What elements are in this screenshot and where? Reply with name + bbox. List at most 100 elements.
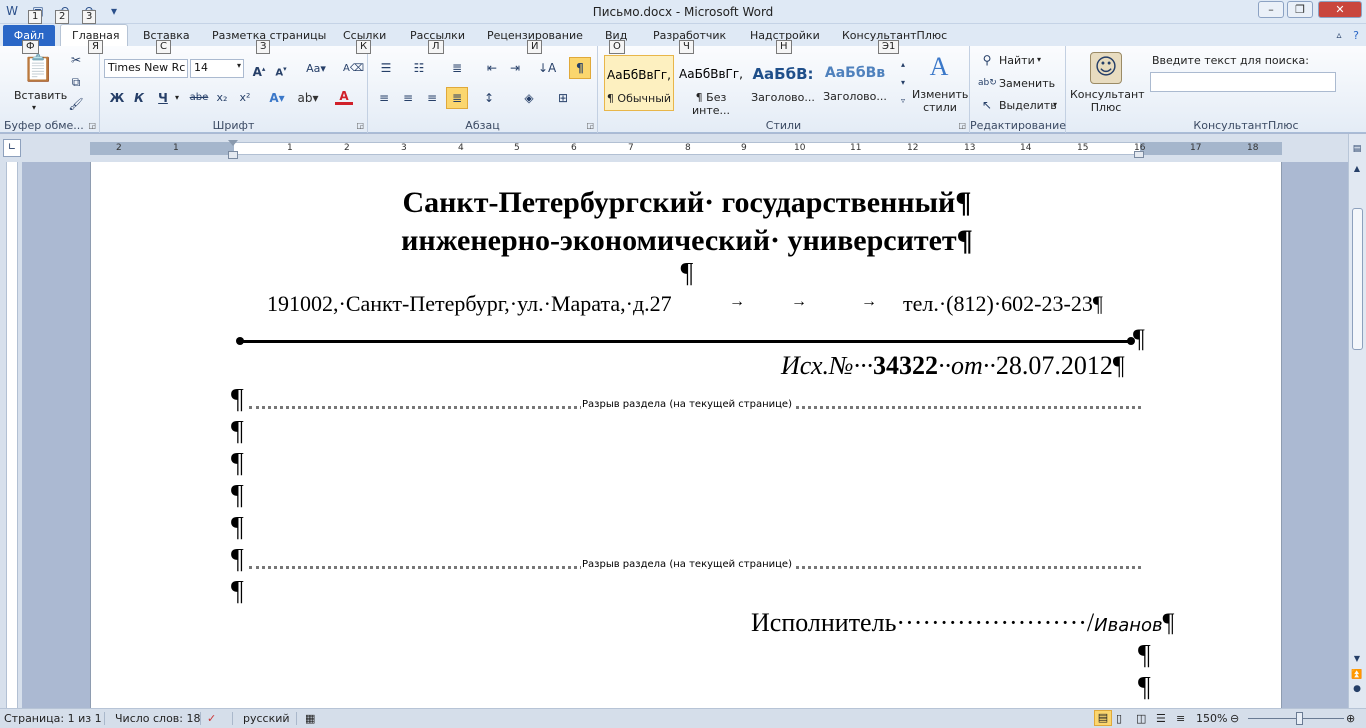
paragraph-group: ☰ ☷ ≣ ⇤ ⇥ ↓A ¶ ≡ ≡ ≡ ≣ ↕ ◈ ⊞ Абзац ◲ <box>368 46 598 133</box>
font-size-dropdown-icon[interactable]: ▾ <box>237 61 241 70</box>
vertical-scrollbar[interactable]: ▤ ▲ ▼ ⏫ ● <box>1348 134 1366 708</box>
paste-icon[interactable]: 📋 <box>22 52 54 86</box>
paragraph-dialog-launcher-icon[interactable]: ◲ <box>586 121 594 130</box>
strikethrough-button[interactable]: abe <box>188 89 210 107</box>
web-layout-icon[interactable]: ◫ <box>1136 712 1146 725</box>
status-word-count[interactable]: Число слов: 18 <box>104 712 201 725</box>
justify-button[interactable]: ≣ <box>446 87 468 109</box>
highlight-icon[interactable]: ab▾ <box>296 89 320 107</box>
doc-title-line-1[interactable]: Санкт-Петербургский· государственный¶ <box>91 186 1281 220</box>
minimize-button[interactable]: – <box>1258 1 1284 18</box>
status-page[interactable]: Страница: 1 из 1 <box>4 712 102 725</box>
clipboard-dialog-launcher-icon[interactable]: ◲ <box>88 121 96 130</box>
bold-button[interactable]: Ж <box>108 89 126 107</box>
paste-dropdown-icon[interactable]: ▾ <box>32 103 36 112</box>
replace-button[interactable]: Заменить <box>999 77 1055 90</box>
underline-button[interactable]: Ч <box>154 89 172 107</box>
outline-view-icon[interactable]: ☰ <box>1156 712 1166 725</box>
shading-icon[interactable]: ◈ <box>520 89 538 107</box>
styles-scroll-down-icon[interactable]: ▾ <box>894 74 912 92</box>
help-icon[interactable]: ? <box>1347 27 1365 45</box>
superscript-button[interactable]: x² <box>236 89 254 107</box>
left-indent-marker[interactable] <box>228 151 238 159</box>
zoom-in-icon[interactable]: ⊕ <box>1346 712 1355 725</box>
italic-button[interactable]: К <box>130 89 148 107</box>
maximize-button[interactable]: ❐ <box>1287 1 1313 18</box>
consultant-search-input[interactable] <box>1150 72 1336 92</box>
doc-reference[interactable]: Исх.№···34322··от··28.07.2012¶ <box>781 351 1125 381</box>
spelling-check-icon[interactable]: ✓ <box>200 712 216 725</box>
consultant-button[interactable]: Консультант Плюс <box>1070 88 1145 114</box>
style-normal[interactable]: АаБбВвГг, ¶ Обычный <box>604 55 674 111</box>
find-dropdown-icon[interactable]: ▾ <box>1037 55 1041 64</box>
subscript-button[interactable]: x₂ <box>213 89 231 107</box>
clear-formatting-icon[interactable]: A⌫ <box>343 60 364 78</box>
scrollbar-thumb[interactable] <box>1352 208 1363 350</box>
change-case-icon[interactable]: Aa▾ <box>303 60 329 78</box>
draft-view-icon[interactable]: ≡ <box>1176 712 1185 725</box>
multilevel-list-icon[interactable]: ≣ <box>448 59 466 77</box>
font-size-combo[interactable]: 14 <box>190 59 244 78</box>
style-heading-2[interactable]: АаБбВв Заголово... <box>820 55 890 111</box>
font-color-icon[interactable]: A <box>335 89 353 105</box>
align-center-icon[interactable]: ≡ <box>399 89 417 107</box>
align-right-icon[interactable]: ≡ <box>423 89 441 107</box>
vertical-ruler[interactable] <box>6 162 18 708</box>
style-no-spacing[interactable]: АаБбВвГг, ¶ Без инте... <box>676 55 746 117</box>
document-page[interactable]: Санкт-Петербургский· государственный¶ ин… <box>90 162 1282 708</box>
select-dropdown-icon[interactable]: ▾ <box>1053 100 1057 109</box>
grow-font-icon[interactable]: A▴ <box>250 60 268 79</box>
copy-icon[interactable]: ⧉ <box>67 73 85 91</box>
paste-button[interactable]: Вставить <box>14 89 67 102</box>
print-layout-view-icon[interactable]: ▤ <box>1094 710 1112 726</box>
previous-page-icon[interactable]: ⏫ <box>1350 668 1364 682</box>
underline-dropdown-icon[interactable]: ▾ <box>175 93 179 102</box>
scroll-down-icon[interactable]: ▼ <box>1350 652 1364 666</box>
status-zoom-level[interactable]: 150% <box>1196 712 1227 725</box>
styles-scroll-up-icon[interactable]: ▴ <box>894 56 912 74</box>
pilcrow: ¶ <box>231 576 244 607</box>
zoom-out-icon[interactable]: ⊖ <box>1230 712 1239 725</box>
first-line-indent-marker[interactable] <box>228 140 238 146</box>
doc-phone[interactable]: тел.·(812)·602-23-23¶ <box>903 291 1103 317</box>
font-dialog-launcher-icon[interactable]: ◲ <box>356 121 364 130</box>
change-styles-icon[interactable]: A <box>924 52 954 82</box>
cut-icon[interactable]: ✂ <box>67 51 85 69</box>
zoom-slider-thumb[interactable] <box>1296 712 1303 725</box>
styles-dialog-launcher-icon[interactable]: ◲ <box>958 121 966 130</box>
numbering-icon[interactable]: ☷ <box>410 59 428 77</box>
consultant-logo-icon[interactable]: ☺ <box>1090 52 1122 84</box>
find-button[interactable]: Найти <box>999 54 1035 67</box>
align-left-icon[interactable]: ≡ <box>375 89 393 107</box>
browse-object-icon[interactable]: ● <box>1350 682 1364 696</box>
shrink-font-icon[interactable]: A▾ <box>272 60 290 78</box>
line-spacing-icon[interactable]: ↕ <box>480 89 498 107</box>
doc-title-line-2[interactable]: инженерно-экономический· университет¶ <box>91 224 1281 258</box>
select-button[interactable]: Выделить <box>999 99 1057 112</box>
doc-executor[interactable]: Исполнитель······················/Иванов… <box>751 608 1174 638</box>
keytip: Л <box>428 40 444 54</box>
borders-icon[interactable]: ⊞ <box>554 89 572 107</box>
bullets-icon[interactable]: ☰ <box>377 59 395 77</box>
styles-more-icon[interactable]: ▿ <box>894 92 912 110</box>
format-painter-icon[interactable]: 🖌 <box>67 95 85 113</box>
font-name-combo[interactable]: Times New Rc <box>104 59 188 78</box>
scroll-up-icon[interactable]: ▲ <box>1350 162 1364 176</box>
status-language[interactable]: русский <box>232 712 290 725</box>
increase-indent-icon[interactable]: ⇥ <box>506 59 524 77</box>
keytip: З <box>256 40 271 54</box>
macro-record-icon[interactable]: ▦ <box>296 712 315 725</box>
text-effects-icon[interactable]: A▾ <box>268 89 286 107</box>
change-styles-button[interactable]: Изменить стили <box>912 88 968 114</box>
minimize-ribbon-icon[interactable]: ▵ <box>1330 27 1348 45</box>
show-formatting-marks-button[interactable]: ¶ <box>569 57 591 79</box>
view-ruler-icon[interactable]: ▤ <box>1350 142 1364 156</box>
tab-selector-icon[interactable]: ∟ <box>3 139 21 157</box>
full-screen-reading-icon[interactable]: ▯ <box>1116 712 1122 725</box>
decrease-indent-icon[interactable]: ⇤ <box>483 59 501 77</box>
doc-address[interactable]: 191002,·Санкт-Петербург,·ул.·Марата,·д.2… <box>267 291 672 317</box>
style-heading-1[interactable]: АаБбВ: Заголово... <box>748 55 818 111</box>
right-indent-marker[interactable] <box>1134 151 1144 158</box>
sort-icon[interactable]: ↓A <box>538 59 556 77</box>
close-button[interactable]: ✕ <box>1318 1 1362 18</box>
